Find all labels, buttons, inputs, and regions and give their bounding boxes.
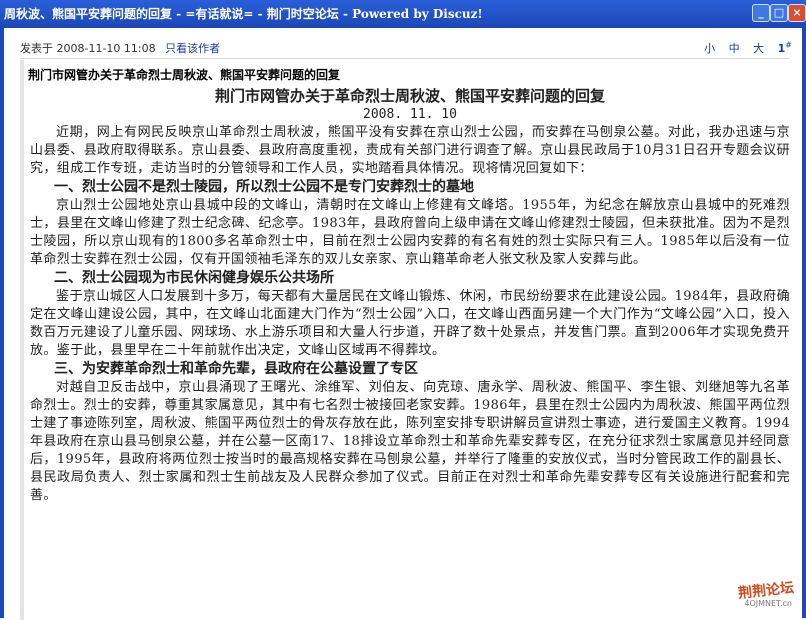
maximize-icon: □ bbox=[773, 6, 785, 19]
post-tools: 小 中 大 1# bbox=[694, 40, 792, 56]
font-large-link[interactable]: 大 bbox=[753, 42, 764, 55]
article-date: 2008. 11. 10 bbox=[363, 107, 457, 122]
section-1-paragraph: 京山烈士公园地处京山县城中段的文峰山，清朝时在文峰山上修建有文峰塔。1955年，… bbox=[30, 198, 790, 267]
minimize-icon: _ bbox=[758, 6, 764, 19]
close-icon: × bbox=[792, 6, 802, 19]
section-1-heading: 一、烈士公园不是烈士陵园，所以烈士公园不是专门安葬烈士的墓地 bbox=[54, 179, 474, 195]
posted-label: 发表于 bbox=[20, 42, 53, 55]
divider bbox=[20, 58, 790, 59]
post-meta: 发表于 2008-11-10 11:08 只看该作者 bbox=[20, 40, 220, 56]
window-titlebar: 周秋波、熊国平安葬问题的回复 - =有话就说= - 荆门时空论坛 - Power… bbox=[0, 0, 806, 28]
posted-time: 2008-11-10 11:08 bbox=[56, 42, 156, 55]
window-title: 周秋波、熊国平安葬问题的回复 - =有话就说= - 荆门时空论坛 - Power… bbox=[4, 7, 483, 21]
article-title: 荆门市网管办关于革命烈士周秋波、熊国平安葬问题的回复 bbox=[214, 87, 605, 105]
section-2-paragraph: 鉴于京山城区人口发展到十多万，每天都有大量居民在文峰山锻炼、休闲，市民纷纷要求在… bbox=[30, 289, 791, 358]
minimize-button[interactable]: _ bbox=[752, 4, 770, 22]
maximize-button[interactable]: □ bbox=[770, 4, 788, 22]
view-author-only-link[interactable]: 只看该作者 bbox=[165, 42, 220, 55]
post-info-bar: 发表于 2008-11-10 11:08 只看该作者 小 中 大 1# bbox=[20, 38, 800, 58]
post-body: 荆门市网管办关于革命烈士周秋波、熊国平安葬问题的回复 2008. 11. 10 … bbox=[30, 86, 790, 505]
close-button[interactable]: × bbox=[788, 4, 806, 22]
intro-paragraph: 近期，网上有网民反映京山革命烈士周秋波，熊国平没有安葬在京山烈士公园，而安葬在马… bbox=[30, 125, 790, 176]
section-3-paragraph: 对越自卫反击战中，京山县涌现了王曙光、涂维军、刘伯友、向克琼、唐永学、周秋波、熊… bbox=[30, 380, 790, 503]
section-2-heading: 二、烈士公园现为市民休闲健身娱乐公共场所 bbox=[54, 270, 334, 286]
post-left-border bbox=[20, 60, 24, 620]
font-medium-link[interactable]: 中 bbox=[729, 42, 740, 55]
post-subject: 荆门市网管办关于革命烈士周秋波、熊国平安葬问题的回复 bbox=[28, 68, 341, 82]
watermark-url: 4OJMNET.cn bbox=[744, 599, 792, 608]
section-3-heading: 三、为安葬革命烈士和革命先辈，县政府在公墓设置了专区 bbox=[54, 361, 418, 377]
site-watermark: 荆荆论坛 4OJMNET.cn bbox=[732, 580, 794, 608]
font-small-link[interactable]: 小 bbox=[704, 42, 715, 55]
floor-number: 1# bbox=[777, 40, 792, 55]
